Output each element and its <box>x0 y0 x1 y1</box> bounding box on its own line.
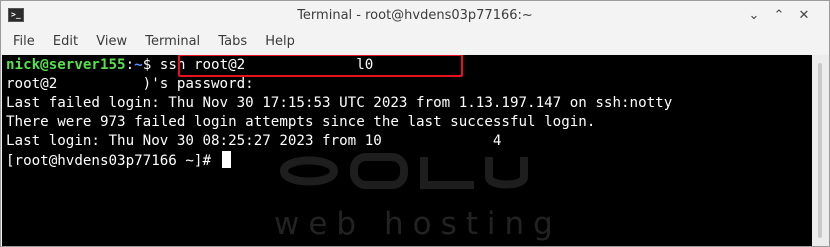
minimize-button[interactable]: ⌄ <box>745 7 763 25</box>
menu-help[interactable]: Help <box>258 31 302 50</box>
watermark-text: web hosting <box>274 206 562 242</box>
menu-view[interactable]: View <box>89 31 134 50</box>
terminal-scrollbar[interactable] <box>812 55 829 246</box>
close-button[interactable]: ✕ <box>795 7 813 25</box>
window-title: Terminal - root@hvdens03p77166:~ <box>297 8 533 23</box>
terminal-line-2: root@2 )'s password: <box>6 75 254 94</box>
prompt-dollar: $ <box>142 57 160 73</box>
watermark-logo <box>279 153 528 189</box>
terminal-window: >_ Terminal - root@hvdens03p77166:~ ⌄ ⌃ … <box>0 0 830 247</box>
password-prompt-end: )'s password: <box>142 76 254 92</box>
title-bar[interactable]: >_ Terminal - root@hvdens03p77166:~ ⌄ ⌃ … <box>1 1 829 31</box>
terminal-line-5: Last login: Thu Nov 30 08:25:27 2023 fro… <box>6 132 501 151</box>
root-prompt: [root@hvdens03p77166 ~]# <box>6 153 220 169</box>
prompt-user-host: nick@server155 <box>6 57 126 73</box>
last-login-start: Last login: Thu Nov 30 08:25:27 2023 fro… <box>6 133 382 149</box>
prompt-path: ~ <box>134 57 143 73</box>
terminal-line-4: There were 973 failed login attempts sin… <box>6 114 596 130</box>
prompt-colon: : <box>125 57 135 73</box>
command-highlight-box <box>178 55 463 77</box>
redacted-ip-2 <box>57 76 142 92</box>
menu-tabs[interactable]: Tabs <box>211 31 254 50</box>
terminal-line-6[interactable]: [root@hvdens03p77166 ~]# <box>6 151 231 171</box>
terminal-line-3: Last failed login: Thu Nov 30 17:15:53 U… <box>6 95 673 111</box>
text-cursor <box>221 151 231 168</box>
menu-bar: File Edit View Terminal Tabs Help <box>1 31 829 53</box>
menu-edit[interactable]: Edit <box>46 31 85 50</box>
menu-terminal[interactable]: Terminal <box>138 31 207 50</box>
terminal-output[interactable]: web hosting nick@server155:~$ ssh root@2… <box>2 55 812 246</box>
maximize-button[interactable]: ⌃ <box>770 7 788 25</box>
scrollbar-thumb[interactable] <box>818 63 822 238</box>
password-prompt-start: root@2 <box>6 76 58 92</box>
menu-file[interactable]: File <box>6 31 42 50</box>
redacted-ip-3 <box>382 133 493 149</box>
last-login-end: 4 <box>492 133 502 149</box>
